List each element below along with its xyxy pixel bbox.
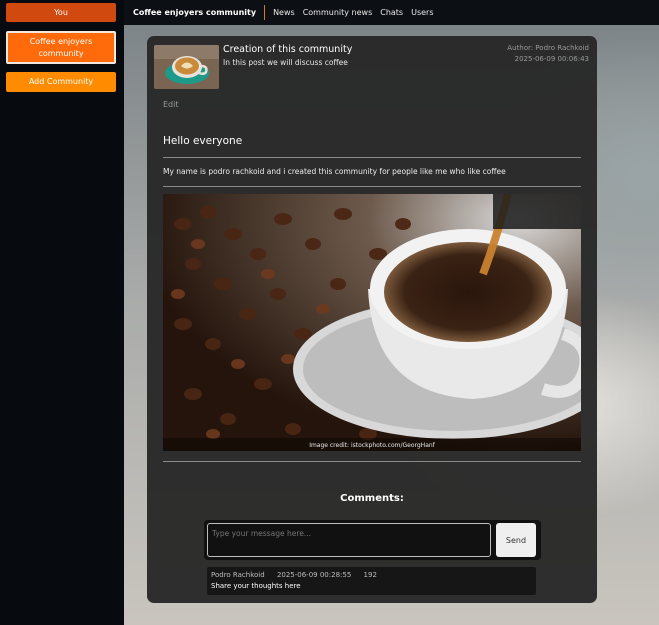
top-nav: Coffee enjoyers community News Community… (124, 0, 659, 25)
edit-link[interactable]: Edit (163, 100, 179, 109)
post-thumbnail (154, 45, 219, 89)
image-credit: Image credit: istockphoto.com/GeorgHanf (309, 442, 435, 449)
nav-divider (264, 5, 266, 20)
post-date: 2025-06-09 00:06:43 (514, 55, 589, 63)
send-button[interactable]: Send (496, 523, 536, 557)
add-community-button[interactable]: Add Community (6, 72, 116, 92)
comment-text: Share your thoughts here (211, 582, 301, 590)
post-subtitle: In this post we will discuss coffee (223, 58, 348, 67)
post-author-block: Author: Podro Rachkoid 2025-06-09 00:06:… (507, 43, 589, 65)
comments-heading: Comments: (340, 493, 404, 504)
post-title: Creation of this community (223, 44, 353, 55)
nav-news[interactable]: News (273, 8, 295, 17)
nav-community-news[interactable]: Community news (303, 8, 373, 17)
comment-composer: Send (204, 520, 541, 560)
comment-id: 192 (363, 571, 377, 579)
sidebar-item-coffee-community[interactable]: Coffee enjoyers community (6, 31, 116, 64)
nav-users[interactable]: Users (411, 8, 433, 17)
post-body: My name is podro rachkoid and i created … (163, 167, 506, 176)
comment-input[interactable] (207, 523, 491, 557)
post-heading: Hello everyone (163, 135, 243, 147)
comment-meta: Podro Rachkoid 2025-06-09 00:28:55 192 (211, 571, 532, 579)
community-title: Coffee enjoyers community (133, 8, 257, 17)
comment-item: Podro Rachkoid 2025-06-09 00:28:55 192 S… (207, 567, 536, 595)
comment-author: Podro Rachkoid (211, 571, 265, 579)
divider (163, 186, 581, 187)
post-author: Author: Podro Rachkoid (507, 44, 589, 52)
nav-chats[interactable]: Chats (380, 8, 403, 17)
divider (163, 157, 581, 158)
you-button[interactable]: You (6, 3, 116, 22)
post-card: Creation of this community In this post … (147, 36, 597, 603)
comment-date: 2025-06-09 00:28:55 (276, 571, 352, 579)
sidebar: You Coffee enjoyers community Add Commun… (0, 0, 124, 625)
post-image: Image credit: istockphoto.com/GeorgHanf (163, 194, 581, 451)
divider (163, 461, 581, 462)
